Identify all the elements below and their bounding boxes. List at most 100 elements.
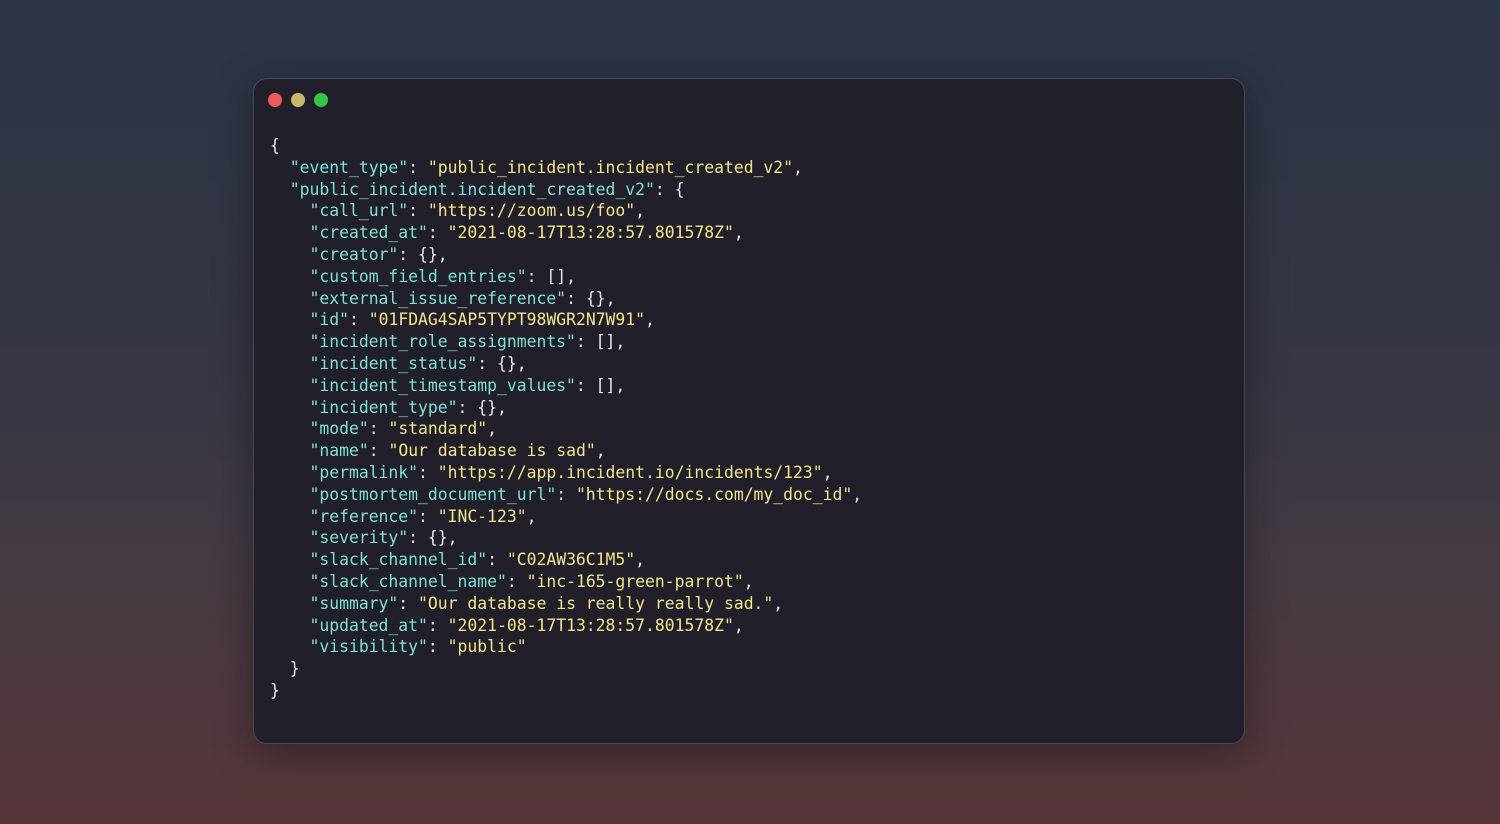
- code-line: "summary": "Our database is really reall…: [270, 593, 862, 615]
- json-value: {}: [497, 353, 517, 373]
- json-separator: :: [566, 288, 586, 308]
- json-punctuation: ,: [743, 571, 754, 591]
- json-key: "slack_channel_id": [309, 550, 488, 570]
- json-separator: :: [575, 375, 596, 395]
- json-value: "https://zoom.us/foo": [427, 201, 636, 221]
- json-value: "https://docs.com/my_doc_id": [575, 484, 853, 504]
- json-key: "severity": [309, 528, 409, 548]
- code-line: "public_incident.incident_created_v2": {: [270, 179, 862, 201]
- json-value: "INC-123": [437, 506, 527, 526]
- json-punctuation: ,: [605, 288, 616, 308]
- json-separator: :: [487, 550, 507, 570]
- json-value: {}: [585, 288, 606, 308]
- json-separator: :: [368, 441, 389, 461]
- code-line: {: [270, 135, 862, 157]
- code-line: "incident_status": {},: [270, 353, 862, 375]
- json-separator: :: [427, 223, 448, 243]
- json-key: "incident_role_assignments": [309, 332, 576, 352]
- json-key: "call_url": [309, 201, 409, 221]
- json-key: "reference": [309, 506, 419, 526]
- json-value: "C02AW36C1M5": [506, 550, 636, 570]
- json-separator: :: [556, 484, 576, 504]
- json-punctuation: ,: [733, 615, 744, 635]
- code-line: "creator": {},: [270, 244, 862, 266]
- json-separator: :: [427, 637, 448, 657]
- code-line: "call_url": "https://zoom.us/foo",: [270, 200, 862, 222]
- json-value: "01FDAG4SAP5TYPT98WGR2N7W91": [368, 310, 646, 330]
- json-key: "id": [309, 310, 349, 330]
- code-line: }: [270, 680, 862, 702]
- code-window: { "event_type": "public_incident.inciden…: [253, 78, 1245, 744]
- json-value: {}: [427, 528, 448, 548]
- json-punctuation: ,: [526, 506, 537, 526]
- json-punctuation: ,: [497, 397, 507, 417]
- json-separator: :: [398, 593, 419, 613]
- code-line: }: [270, 658, 862, 680]
- json-separator: :: [408, 528, 428, 548]
- json-key: "visibility": [309, 637, 428, 657]
- code-line: "incident_role_assignments": [],: [270, 331, 862, 353]
- json-key: "permalink": [309, 462, 419, 482]
- json-separator: :: [457, 397, 478, 417]
- code-line: "custom_field_entries": [],: [270, 266, 862, 288]
- json-value: "standard": [388, 419, 488, 439]
- code-line: "event_type": "public_incident.incident_…: [270, 157, 862, 179]
- json-punctuation: ,: [773, 593, 784, 613]
- json-separator: :: [654, 179, 675, 199]
- json-key: "incident_timestamp_values": [309, 375, 576, 395]
- json-key: "mode": [309, 419, 369, 439]
- json-key: "creator": [309, 244, 399, 264]
- code-line: "incident_type": {},: [270, 397, 862, 419]
- code-line: "slack_channel_id": "C02AW36C1M5",: [270, 549, 862, 571]
- json-separator: :: [398, 244, 419, 264]
- maximize-button[interactable]: [314, 93, 328, 107]
- json-separator: :: [408, 157, 428, 177]
- json-code-block: { "event_type": "public_incident.inciden…: [270, 135, 862, 702]
- json-key: "custom_field_entries": [309, 266, 527, 286]
- json-punctuation: ,: [595, 441, 606, 461]
- json-value: []: [595, 375, 616, 395]
- json-punctuation: ,: [487, 419, 498, 439]
- json-punctuation: ,: [635, 550, 646, 570]
- json-punctuation: ,: [566, 266, 576, 286]
- json-value: {}: [418, 244, 438, 264]
- code-line: "reference": "INC-123",: [270, 506, 862, 528]
- json-key: "public_incident.incident_created_v2": [289, 179, 655, 199]
- code-line: "id": "01FDAG4SAP5TYPT98WGR2N7W91",: [270, 309, 862, 331]
- json-separator: :: [575, 332, 596, 352]
- code-line: "slack_channel_name": "inc-165-green-par…: [270, 571, 862, 593]
- code-line: "permalink": "https://app.incident.io/in…: [270, 462, 862, 484]
- json-value: "2021-08-17T13:28:57.801578Z": [447, 223, 734, 243]
- code-line: "created_at": "2021-08-17T13:28:57.80157…: [270, 222, 862, 244]
- code-line: "postmortem_document_url": "https://docs…: [270, 484, 862, 506]
- json-punctuation: ,: [447, 528, 458, 548]
- json-value: "https://app.incident.io/incidents/123": [437, 462, 823, 482]
- json-punctuation: ,: [733, 223, 744, 243]
- json-punctuation: ,: [437, 244, 448, 264]
- json-separator: :: [418, 506, 438, 526]
- json-punctuation: ,: [645, 310, 655, 330]
- code-line: "visibility": "public": [270, 636, 862, 658]
- json-value: "2021-08-17T13:28:57.801578Z": [447, 615, 734, 635]
- json-value: "Our database is really really sad.": [418, 593, 774, 613]
- json-value: {}: [477, 397, 498, 417]
- code-line: "updated_at": "2021-08-17T13:28:57.80157…: [270, 615, 862, 637]
- json-key: "summary": [309, 593, 399, 613]
- json-punctuation: ,: [615, 332, 626, 352]
- json-punctuation: }: [289, 659, 300, 679]
- json-separator: :: [506, 571, 527, 591]
- json-key: "incident_type": [309, 397, 458, 417]
- json-value: "public": [447, 637, 527, 657]
- json-separator: :: [368, 419, 389, 439]
- json-punctuation: {: [270, 136, 280, 155]
- json-key: "slack_channel_name": [309, 571, 507, 591]
- code-line: "severity": {},: [270, 527, 862, 549]
- code-line: "name": "Our database is sad",: [270, 440, 862, 462]
- json-value: {: [674, 179, 685, 199]
- json-value: "Our database is sad": [388, 441, 596, 461]
- json-separator: :: [427, 615, 448, 635]
- minimize-button[interactable]: [291, 93, 305, 107]
- window-titlebar: [268, 93, 328, 109]
- json-key: "event_type": [289, 157, 409, 177]
- close-button[interactable]: [268, 93, 282, 107]
